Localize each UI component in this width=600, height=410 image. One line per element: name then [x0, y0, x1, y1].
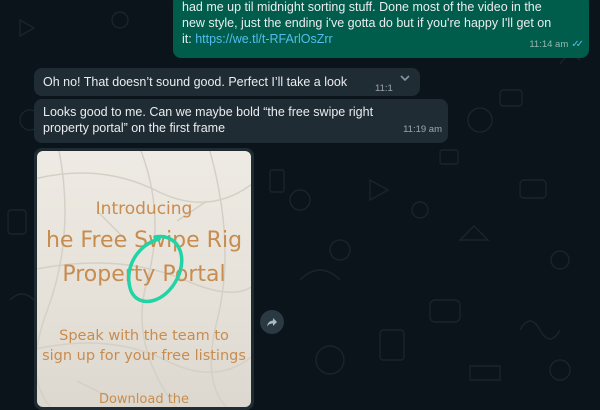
message-text-line: had me up til midnight sorting stuff. Do… — [182, 0, 542, 14]
forward-button[interactable] — [260, 310, 284, 334]
image-attachment[interactable]: Introducing he Free Swipe Rig Property P… — [37, 151, 251, 407]
message-text-line: it: https://we.tl/t-RFArlOsZrr — [182, 32, 333, 46]
forward-icon — [267, 318, 277, 327]
message-time: 11:14 am — [529, 39, 569, 50]
outgoing-message-bubble[interactable]: had me up til midnight sorting stuff. Do… — [173, 0, 589, 58]
message-text-line: new style, just the ending i've gotta do… — [182, 16, 552, 30]
wetransfer-link[interactable]: https://we.tl/t-RFArlOsZrr — [195, 32, 333, 46]
message-meta: 11:14 am ✓✓ — [529, 37, 584, 53]
image-message-bubble[interactable]: Introducing he Free Swipe Rig Property P… — [34, 148, 254, 410]
incoming-message-bubble[interactable]: Oh no! That doesn’t sound good. Perfect … — [34, 68, 420, 96]
incoming-message-bubble[interactable]: Looks good to me. Can we maybe bold “the… — [34, 99, 448, 143]
chevron-down-icon[interactable] — [398, 71, 412, 85]
message-text: Oh no! That doesn’t sound good. Perfect … — [43, 75, 348, 89]
annotation-circle — [127, 234, 184, 304]
message-text-line: property portal” on the first frame — [43, 121, 226, 135]
message-time: 11:19 am — [403, 124, 442, 135]
double-check-icon: ✓✓ — [571, 39, 584, 50]
message-time: 11:1 — [375, 83, 393, 94]
message-text-line: Looks good to me. Can we maybe bold “the… — [43, 105, 374, 119]
